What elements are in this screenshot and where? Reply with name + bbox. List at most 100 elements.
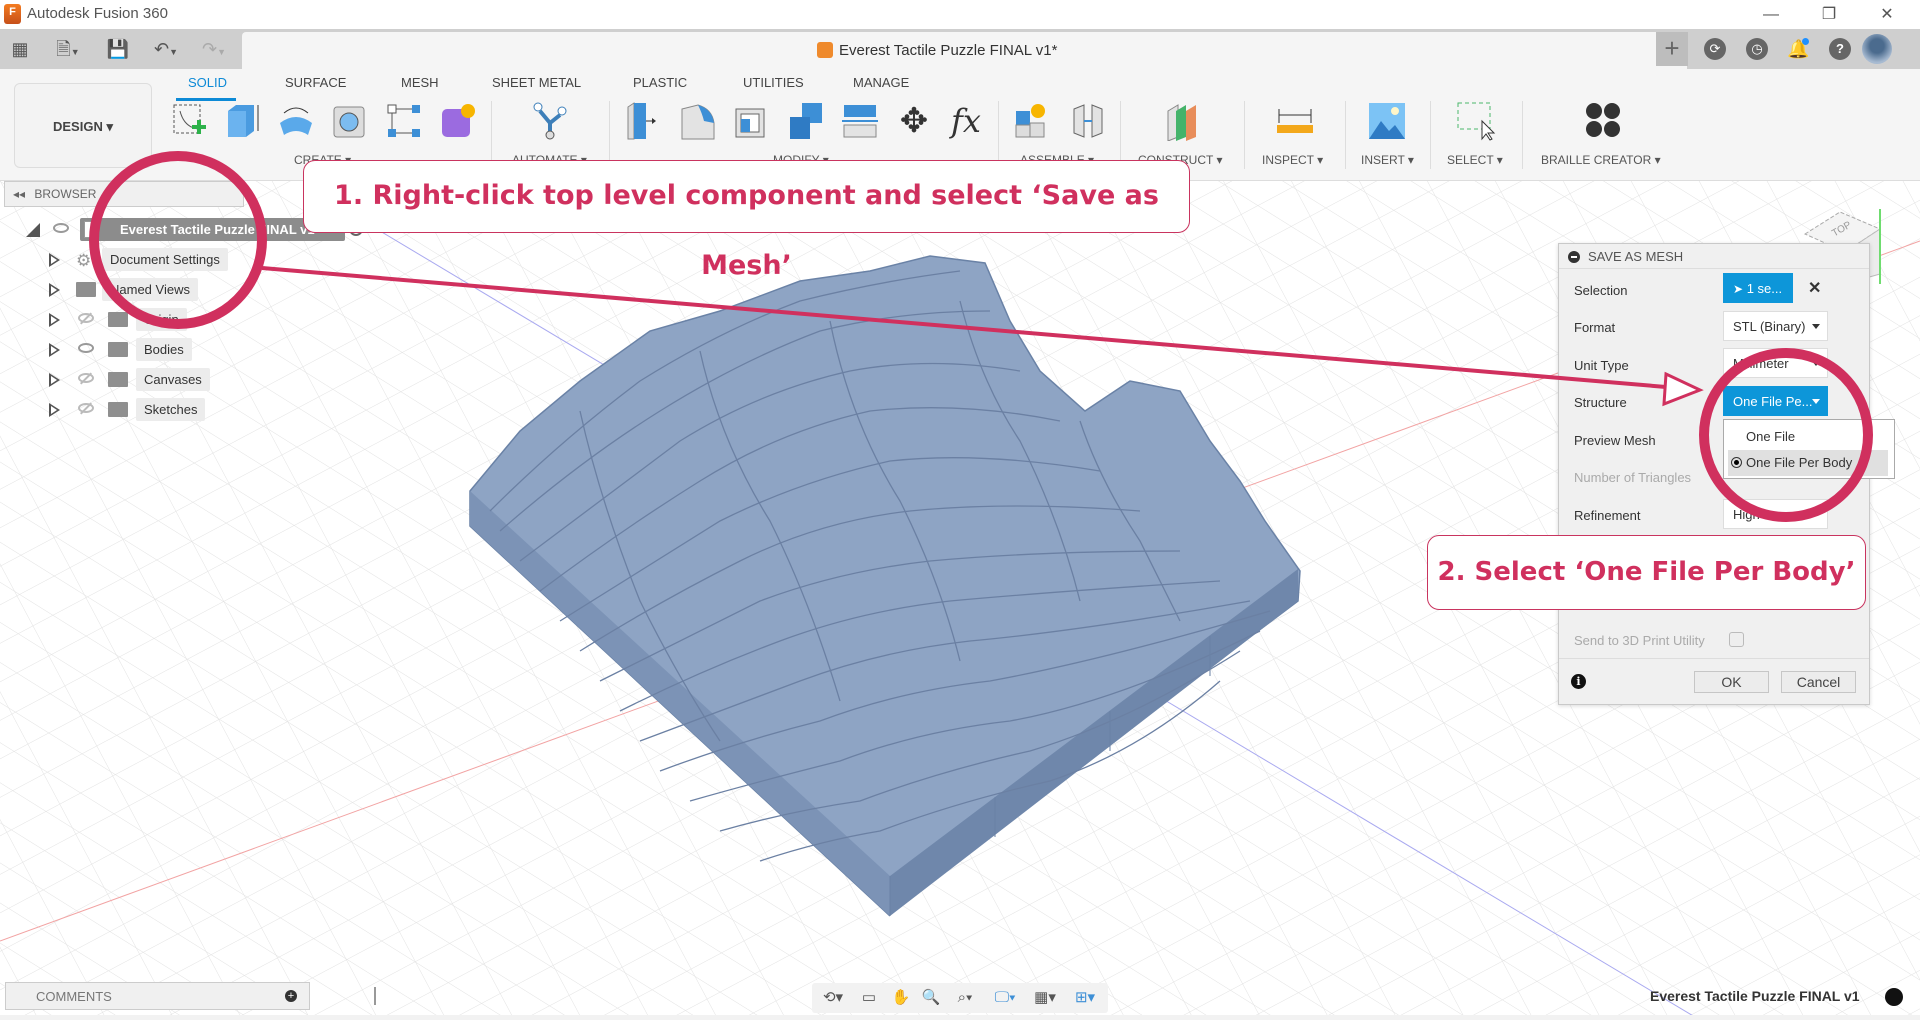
parameters-fx-icon[interactable]: fx xyxy=(946,101,986,141)
hidden-eye-icon[interactable] xyxy=(78,373,94,383)
hidden-eye-icon[interactable] xyxy=(78,313,94,323)
selection-field[interactable]: ➤ 1 se... xyxy=(1723,273,1793,303)
new-tab-button[interactable]: + xyxy=(1656,32,1688,66)
new-component-tool[interactable] xyxy=(1012,101,1052,141)
braille-creator-group-label[interactable]: BRAILLE CREATOR ▾ xyxy=(1541,153,1661,167)
pattern-tool[interactable] xyxy=(384,101,424,141)
help-icon[interactable]: ? xyxy=(1829,38,1851,60)
braille-creator-tool[interactable] xyxy=(1584,101,1624,141)
tab-solid[interactable]: SOLID xyxy=(188,75,227,90)
browser-item-label[interactable]: Canvases xyxy=(136,368,210,391)
orbit-icon[interactable]: ⟲▾ xyxy=(816,988,850,1008)
extrude-tool[interactable] xyxy=(222,101,262,141)
structure-dropdown[interactable]: One File Pe... xyxy=(1723,386,1828,416)
fillet-tool[interactable] xyxy=(678,101,718,141)
data-panel-grid-icon[interactable]: ▦ xyxy=(8,37,32,61)
create-sketch-tool[interactable] xyxy=(170,101,210,141)
send-to-3d-print-checkbox[interactable] xyxy=(1729,632,1744,647)
tab-surface[interactable]: SURFACE xyxy=(285,75,346,90)
comments-panel-resize-handle[interactable] xyxy=(374,987,376,1005)
revolve-tool[interactable] xyxy=(276,101,316,141)
browser-item-canvases[interactable]: Canvases xyxy=(0,368,300,392)
visibility-eye-icon[interactable] xyxy=(78,343,94,353)
unit-type-dropdown[interactable]: Millimeter xyxy=(1723,348,1828,378)
browser-item-label[interactable]: Document Settings xyxy=(102,248,228,271)
save-icon[interactable]: 💾 xyxy=(106,37,130,61)
viewports-icon[interactable]: ⊞▾ xyxy=(1068,988,1102,1008)
browser-item-label[interactable]: Named Views xyxy=(102,278,198,301)
extensions-icon[interactable]: ⟳ xyxy=(1704,38,1726,60)
expand-triangle-icon[interactable] xyxy=(49,283,60,297)
expand-triangle-icon[interactable] xyxy=(49,373,60,387)
visibility-eye-icon[interactable] xyxy=(53,223,69,233)
browser-item-sketches[interactable]: Sketches xyxy=(0,398,300,422)
hidden-eye-icon[interactable] xyxy=(78,403,94,413)
clear-selection-icon[interactable]: ✕ xyxy=(1808,278,1821,298)
expand-triangle-icon[interactable] xyxy=(49,343,60,357)
group-separator xyxy=(1244,101,1245,169)
move-copy-icon[interactable]: ✥ xyxy=(894,101,934,141)
redo-button[interactable]: ↷▼ xyxy=(194,37,234,61)
expand-triangle-icon[interactable] xyxy=(49,403,60,417)
display-settings-icon[interactable]: 🖵▾ xyxy=(988,988,1022,1008)
press-pull-tool[interactable] xyxy=(624,101,664,141)
split-face-tool[interactable] xyxy=(840,101,880,141)
expand-triangle-icon[interactable] xyxy=(49,253,60,267)
undo-button[interactable]: ↶▼ xyxy=(146,37,186,61)
inspect-group-label[interactable]: INSPECT ▾ xyxy=(1262,153,1323,167)
combine-tool[interactable] xyxy=(786,101,826,141)
file-menu-icon[interactable]: 🗎▼ xyxy=(48,37,88,61)
tab-plastic[interactable]: PLASTIC xyxy=(633,75,687,90)
grid-settings-icon[interactable]: ▦▾ xyxy=(1028,988,1062,1008)
minimize-button[interactable]: — xyxy=(1748,2,1794,28)
browser-header[interactable]: ◂◂ BROWSER xyxy=(4,181,244,207)
option-one-file-per-body[interactable]: One File Per Body xyxy=(1728,450,1888,476)
job-status-icon[interactable]: ◷ xyxy=(1746,38,1768,60)
browser-item-label[interactable]: Origin xyxy=(136,308,187,331)
tab-utilities[interactable]: UTILITIES xyxy=(743,75,804,90)
browser-item-named-views[interactable]: Named Views xyxy=(0,278,300,302)
pan-icon[interactable]: ✋ xyxy=(888,988,914,1008)
info-icon[interactable]: i xyxy=(1571,674,1586,689)
collapse-dialog-icon[interactable] xyxy=(1568,251,1580,263)
cancel-button[interactable]: Cancel xyxy=(1781,671,1856,693)
workspace-switcher-button[interactable]: DESIGN ▾ xyxy=(14,83,152,168)
shell-tool[interactable] xyxy=(732,101,772,141)
restore-button[interactable]: ❐ xyxy=(1806,2,1852,28)
format-dropdown[interactable]: STL (Binary) xyxy=(1723,311,1828,341)
document-tab[interactable]: Everest Tactile Puzzle FINAL v1* ✕ xyxy=(242,32,1687,69)
tab-sheet-metal[interactable]: SHEET METAL xyxy=(492,75,581,90)
select-group-label[interactable]: SELECT ▾ xyxy=(1447,153,1503,167)
browser-item-label[interactable]: Bodies xyxy=(136,338,192,361)
window-select-tool[interactable] xyxy=(1456,101,1496,141)
collapse-browser-icon[interactable]: ◂◂ xyxy=(13,187,25,201)
look-at-icon[interactable]: ▭ xyxy=(856,988,882,1008)
browser-item-document-settings[interactable]: ⚙ Document Settings xyxy=(0,248,300,272)
hole-tool[interactable] xyxy=(330,101,370,141)
browser-item-label[interactable]: Sketches xyxy=(136,398,206,421)
comments-panel[interactable]: COMMENTS + xyxy=(5,982,310,1010)
fit-icon[interactable]: ⌕▾ xyxy=(948,988,982,1008)
insert-canvas-tool[interactable] xyxy=(1367,101,1407,141)
automate-tool[interactable] xyxy=(530,101,570,141)
dialog-header[interactable]: SAVE AS MESH xyxy=(1559,244,1869,269)
insert-group-label[interactable]: INSERT ▾ xyxy=(1361,153,1414,167)
zoom-icon[interactable]: 🔍 xyxy=(918,988,944,1008)
tab-manage[interactable]: MANAGE xyxy=(853,75,909,90)
offset-plane-tool[interactable] xyxy=(1164,101,1204,142)
browser-item-origin[interactable]: Origin xyxy=(0,308,300,332)
fillet-icon xyxy=(681,104,715,140)
expand-triangle-icon[interactable] xyxy=(49,313,60,327)
measure-tool[interactable] xyxy=(1275,101,1315,141)
create-form-tool[interactable] xyxy=(438,101,478,141)
option-one-file[interactable]: One File xyxy=(1724,424,1894,450)
browser-item-bodies[interactable]: Bodies xyxy=(0,338,300,362)
close-window-button[interactable]: ✕ xyxy=(1864,2,1910,28)
expanded-triangle-icon[interactable] xyxy=(26,223,40,237)
add-comment-icon[interactable]: + xyxy=(285,990,297,1002)
tab-mesh[interactable]: MESH xyxy=(401,75,439,90)
joint-tool[interactable] xyxy=(1068,101,1108,141)
refinement-dropdown[interactable]: High xyxy=(1723,499,1828,529)
profile-avatar[interactable] xyxy=(1862,34,1892,64)
ok-button[interactable]: OK xyxy=(1694,671,1769,693)
